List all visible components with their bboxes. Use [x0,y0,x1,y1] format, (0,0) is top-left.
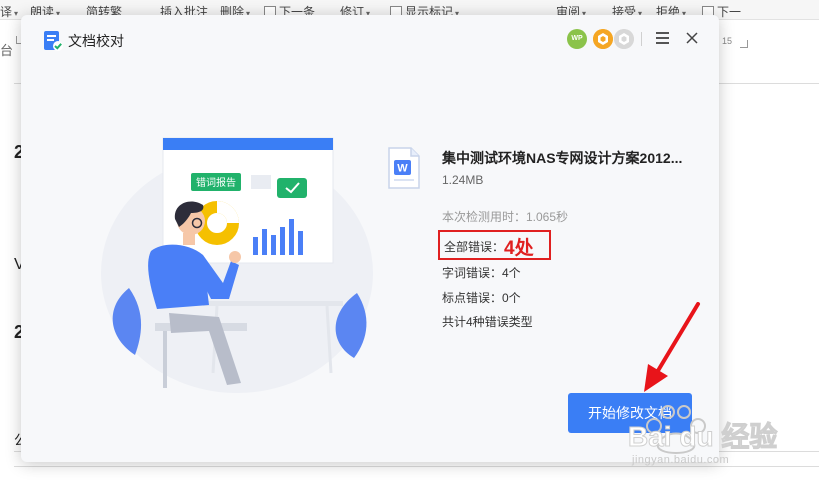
punctuation-errors-count: 标点错误：0个 [442,291,521,305]
margin-mark-icon [740,40,748,48]
dialog-header: 文档校对 WP [21,15,719,65]
proofread-dialog: 文档校对 WP 错词报告 W 集中测试环境NAS专网设计方案2012... 1.… [21,15,719,462]
super-member-icon[interactable] [614,29,634,49]
check-duration: 本次检测用时：1.065秒 [442,210,569,224]
toolbar-item-translate[interactable]: 译 ▾ [0,3,18,20]
total-errors-value: 4处 [504,238,534,259]
page-number: 15 [722,36,733,46]
watermark-url: jingyan.baidu.com [632,454,730,466]
proofread-illustration: 错词报告 [101,137,373,393]
menu-icon[interactable] [655,29,671,47]
word-file-icon: W [388,147,420,189]
ruler-fragment: 台 [0,43,14,58]
gold-member-icon[interactable] [593,29,613,49]
error-report-tag: 错词报告 [196,176,236,189]
wps-member-badge[interactable]: WP [567,29,587,49]
header-divider [641,32,642,46]
total-errors-highlight: 全部错误： 4处 [438,230,551,260]
svg-text:Bai du 经验: Bai du 经验 [628,420,777,452]
word-errors-count: 字词错误：4个 [442,266,521,280]
close-icon[interactable] [683,29,701,47]
annotation-arrow-icon [644,302,700,392]
baidu-watermark-logo: Bai du 经验 [628,405,778,454]
file-size: 1.24MB [442,173,484,187]
dialog-title: 文档校对 [68,33,124,49]
chevron-down-icon: ▾ [14,9,19,18]
file-name: 集中测试环境NAS专网设计方案2012... [442,150,683,166]
error-types-count: 共计4种错误类型 [442,315,533,329]
svg-text:W: W [397,163,408,175]
total-errors-label: 全部错误： [444,240,505,254]
proofread-logo-icon [44,31,63,51]
